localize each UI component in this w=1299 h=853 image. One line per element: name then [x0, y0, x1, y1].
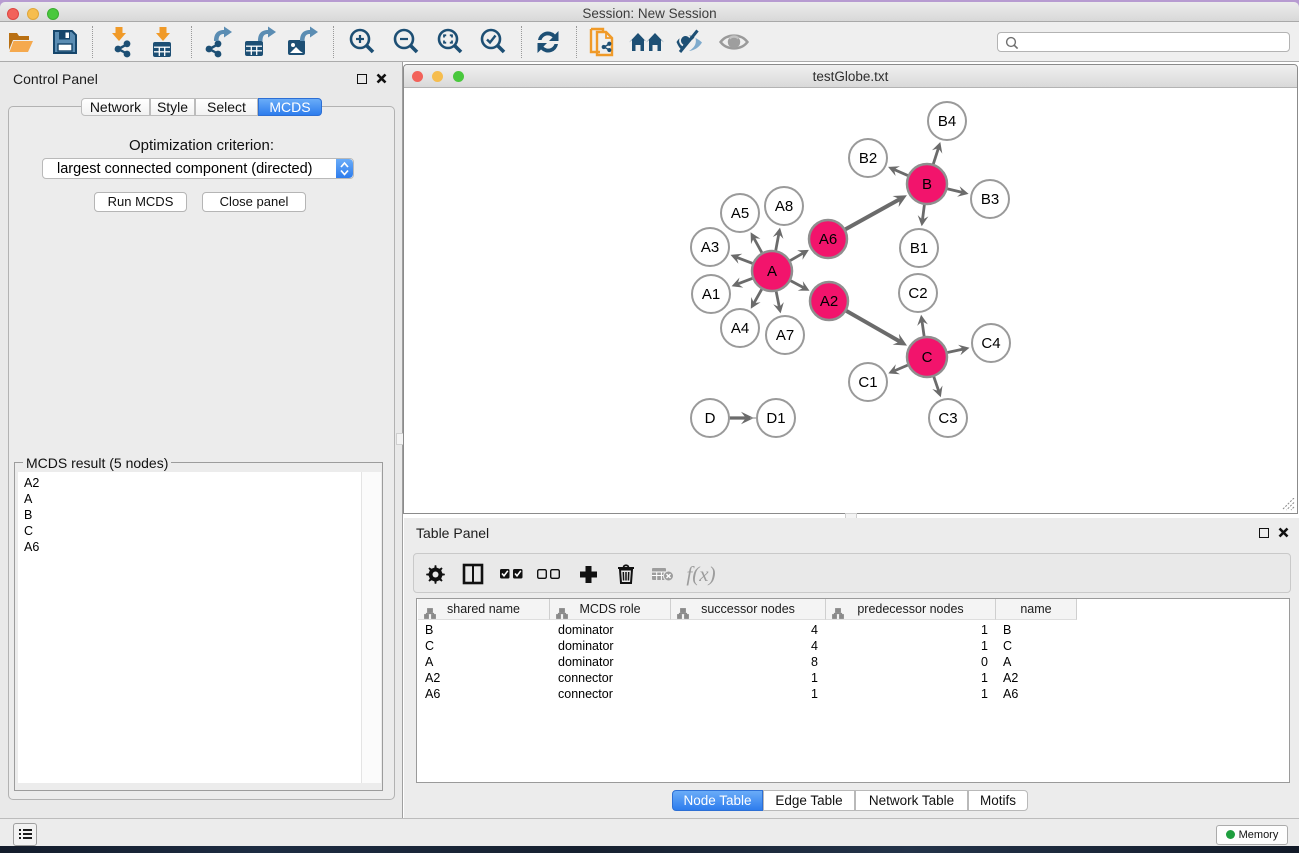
svg-text:B: B	[922, 176, 932, 193]
svg-text:B4: B4	[938, 113, 956, 130]
svg-text:A2: A2	[820, 293, 838, 310]
svg-text:A6: A6	[819, 231, 837, 248]
svg-text:C1: C1	[858, 374, 877, 391]
svg-text:A7: A7	[776, 327, 794, 344]
svg-text:B2: B2	[859, 150, 877, 167]
svg-text:A4: A4	[731, 320, 749, 337]
svg-text:C4: C4	[981, 335, 1000, 352]
svg-text:A8: A8	[775, 198, 793, 215]
svg-text:C3: C3	[938, 410, 957, 427]
svg-text:A: A	[767, 263, 777, 280]
svg-text:A1: A1	[702, 286, 720, 303]
svg-text:C: C	[922, 349, 933, 366]
svg-text:D1: D1	[766, 410, 785, 427]
svg-text:B1: B1	[910, 240, 928, 257]
svg-text:C2: C2	[908, 285, 927, 302]
svg-text:D: D	[705, 410, 716, 427]
svg-text:B3: B3	[981, 191, 999, 208]
svg-text:A5: A5	[731, 205, 749, 222]
svg-text:A3: A3	[701, 239, 719, 256]
